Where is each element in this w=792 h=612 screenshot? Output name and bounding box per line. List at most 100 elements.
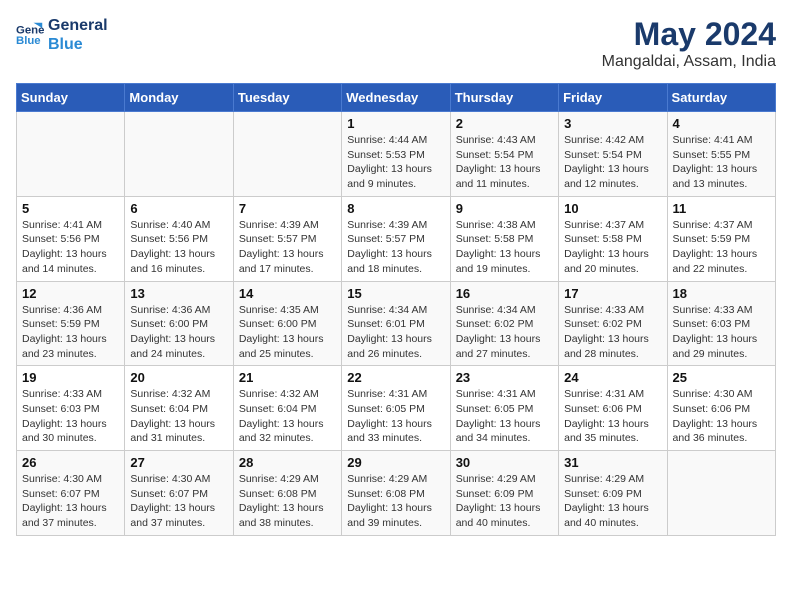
- calendar-cell: 22Sunrise: 4:31 AM Sunset: 6:05 PM Dayli…: [342, 366, 450, 451]
- calendar-cell: 1Sunrise: 4:44 AM Sunset: 5:53 PM Daylig…: [342, 112, 450, 197]
- calendar-cell: 5 Sunrise: 4:41 AM Sunset: 5:56 PM Daylig…: [17, 196, 125, 281]
- calendar-cell: 17 Sunrise: 4:33 AM Sunset: 6:02 PM Dayli…: [559, 281, 667, 366]
- day-number: 17: [564, 286, 661, 301]
- week-row-1: 1Sunrise: 4:44 AM Sunset: 5:53 PM Daylig…: [17, 112, 776, 197]
- calendar-cell: [233, 112, 341, 197]
- calendar-cell: 21 Sunrise: 4:32 AM Sunset: 6:04 PM Dayli…: [233, 366, 341, 451]
- day-info: Sunrise: 4:29 AM Sunset: 6:09 PM Dayligh…: [456, 472, 553, 531]
- calendar-cell: 7 Sunrise: 4:39 AM Sunset: 5:57 PM Daylig…: [233, 196, 341, 281]
- calendar-cell: 6 Sunrise: 4:40 AM Sunset: 5:56 PM Daylig…: [125, 196, 233, 281]
- day-info: Sunrise: 4:36 AM Sunset: 6:00 PM Dayligh…: [130, 303, 227, 362]
- calendar-cell: 13 Sunrise: 4:36 AM Sunset: 6:00 PM Dayli…: [125, 281, 233, 366]
- day-number: 20: [130, 370, 227, 385]
- weekday-header-sunday: Sunday: [17, 84, 125, 112]
- day-info: Sunrise: 4:31 AM Sunset: 6:05 PM Dayligh…: [456, 387, 553, 446]
- day-number: 24: [564, 370, 661, 385]
- calendar-cell: 3Sunrise: 4:42 AM Sunset: 5:54 PM Daylig…: [559, 112, 667, 197]
- day-info: Sunrise: 4:40 AM Sunset: 5:56 PM Dayligh…: [130, 218, 227, 277]
- calendar-cell: [125, 112, 233, 197]
- day-number: 22: [347, 370, 444, 385]
- day-number: 2: [456, 116, 553, 131]
- day-info: Sunrise: 4:41 AM Sunset: 5:55 PM Dayligh…: [673, 133, 770, 192]
- calendar-cell: [17, 112, 125, 197]
- day-number: 18: [673, 286, 770, 301]
- calendar-cell: 15 Sunrise: 4:34 AM Sunset: 6:01 PM Dayli…: [342, 281, 450, 366]
- title-area: May 2024 Mangaldai, Assam, India: [602, 16, 776, 71]
- day-info: Sunrise: 4:30 AM Sunset: 6:07 PM Dayligh…: [130, 472, 227, 531]
- calendar-cell: 9Sunrise: 4:38 AM Sunset: 5:58 PM Daylig…: [450, 196, 558, 281]
- calendar-cell: 14 Sunrise: 4:35 AM Sunset: 6:00 PM Dayli…: [233, 281, 341, 366]
- day-info: Sunrise: 4:36 AM Sunset: 5:59 PM Dayligh…: [22, 303, 119, 362]
- calendar-cell: 30 Sunrise: 4:29 AM Sunset: 6:09 PM Dayli…: [450, 451, 558, 536]
- day-info: Sunrise: 4:29 AM Sunset: 6:08 PM Dayligh…: [347, 472, 444, 531]
- day-number: 5: [22, 201, 119, 216]
- week-row-4: 19Sunrise: 4:33 AM Sunset: 6:03 PM Dayli…: [17, 366, 776, 451]
- page-header: General Blue General Blue May 2024 Manga…: [16, 16, 776, 71]
- day-number: 21: [239, 370, 336, 385]
- day-number: 13: [130, 286, 227, 301]
- calendar-cell: 10 Sunrise: 4:37 AM Sunset: 5:58 PM Dayli…: [559, 196, 667, 281]
- day-info: Sunrise: 4:38 AM Sunset: 5:58 PM Dayligh…: [456, 218, 553, 277]
- day-info: Sunrise: 4:37 AM Sunset: 5:59 PM Dayligh…: [673, 218, 770, 277]
- weekday-header-monday: Monday: [125, 84, 233, 112]
- day-number: 8: [347, 201, 444, 216]
- calendar-cell: 26Sunrise: 4:30 AM Sunset: 6:07 PM Dayli…: [17, 451, 125, 536]
- day-number: 14: [239, 286, 336, 301]
- weekday-header-row: SundayMondayTuesdayWednesdayThursdayFrid…: [17, 84, 776, 112]
- day-number: 23: [456, 370, 553, 385]
- logo-general: General: [48, 16, 108, 35]
- day-number: 31: [564, 455, 661, 470]
- day-number: 4: [673, 116, 770, 131]
- calendar-cell: 8Sunrise: 4:39 AM Sunset: 5:57 PM Daylig…: [342, 196, 450, 281]
- day-number: 26: [22, 455, 119, 470]
- day-info: Sunrise: 4:32 AM Sunset: 6:04 PM Dayligh…: [239, 387, 336, 446]
- day-number: 12: [22, 286, 119, 301]
- day-number: 19: [22, 370, 119, 385]
- weekday-header-saturday: Saturday: [667, 84, 775, 112]
- day-info: Sunrise: 4:31 AM Sunset: 6:06 PM Dayligh…: [564, 387, 661, 446]
- day-number: 7: [239, 201, 336, 216]
- day-number: 28: [239, 455, 336, 470]
- week-row-5: 26 Sunrise: 4:30 AM Sunset: 6:07 PM Dayli…: [17, 451, 776, 536]
- calendar-table: SundayMondayTuesdayWednesdayThursdayFrid…: [16, 83, 776, 536]
- day-info: Sunrise: 4:33 AM Sunset: 6:02 PM Dayligh…: [564, 303, 661, 362]
- day-number: 30: [456, 455, 553, 470]
- day-info: Sunrise: 4:30 AM Sunset: 6:06 PM Dayligh…: [673, 387, 770, 446]
- weekday-header-thursday: Thursday: [450, 84, 558, 112]
- day-number: 29: [347, 455, 444, 470]
- day-info: Sunrise: 4:37 AM Sunset: 5:58 PM Dayligh…: [564, 218, 661, 277]
- svg-text:Blue: Blue: [16, 35, 41, 47]
- day-info: Sunrise: 4:35 AM Sunset: 6:00 PM Dayligh…: [239, 303, 336, 362]
- weekday-header-friday: Friday: [559, 84, 667, 112]
- location-title: Mangaldai, Assam, India: [602, 53, 776, 71]
- day-number: 6: [130, 201, 227, 216]
- day-info: Sunrise: 4:34 AM Sunset: 6:02 PM Dayligh…: [456, 303, 553, 362]
- calendar-cell: 28 Sunrise: 4:29 AM Sunset: 6:08 PM Dayli…: [233, 451, 341, 536]
- calendar-cell: 11Sunrise: 4:37 AM Sunset: 5:59 PM Dayli…: [667, 196, 775, 281]
- day-number: 15: [347, 286, 444, 301]
- calendar-cell: 20 Sunrise: 4:32 AM Sunset: 6:04 PM Dayli…: [125, 366, 233, 451]
- calendar-cell: 16 Sunrise: 4:34 AM Sunset: 6:02 PM Dayli…: [450, 281, 558, 366]
- day-info: Sunrise: 4:41 AM Sunset: 5:56 PM Dayligh…: [22, 218, 119, 277]
- weekday-header-tuesday: Tuesday: [233, 84, 341, 112]
- day-number: 16: [456, 286, 553, 301]
- day-number: 1: [347, 116, 444, 131]
- day-info: Sunrise: 4:43 AM Sunset: 5:54 PM Dayligh…: [456, 133, 553, 192]
- day-info: Sunrise: 4:32 AM Sunset: 6:04 PM Dayligh…: [130, 387, 227, 446]
- day-info: Sunrise: 4:29 AM Sunset: 6:08 PM Dayligh…: [239, 472, 336, 531]
- logo: General Blue General Blue: [16, 16, 108, 54]
- day-info: Sunrise: 4:29 AM Sunset: 6:09 PM Dayligh…: [564, 472, 661, 531]
- calendar-cell: 23 Sunrise: 4:31 AM Sunset: 6:05 PM Dayli…: [450, 366, 558, 451]
- day-info: Sunrise: 4:33 AM Sunset: 6:03 PM Dayligh…: [673, 303, 770, 362]
- week-row-3: 12 Sunrise: 4:36 AM Sunset: 5:59 PM Dayli…: [17, 281, 776, 366]
- day-number: 3: [564, 116, 661, 131]
- calendar-cell: 31 Sunrise: 4:29 AM Sunset: 6:09 PM Dayli…: [559, 451, 667, 536]
- weekday-header-wednesday: Wednesday: [342, 84, 450, 112]
- week-row-2: 5 Sunrise: 4:41 AM Sunset: 5:56 PM Daylig…: [17, 196, 776, 281]
- day-info: Sunrise: 4:34 AM Sunset: 6:01 PM Dayligh…: [347, 303, 444, 362]
- calendar-cell: [667, 451, 775, 536]
- calendar-cell: 4 Sunrise: 4:41 AM Sunset: 5:55 PM Daylig…: [667, 112, 775, 197]
- day-number: 10: [564, 201, 661, 216]
- day-info: Sunrise: 4:39 AM Sunset: 5:57 PM Dayligh…: [239, 218, 336, 277]
- calendar-cell: 25Sunrise: 4:30 AM Sunset: 6:06 PM Dayli…: [667, 366, 775, 451]
